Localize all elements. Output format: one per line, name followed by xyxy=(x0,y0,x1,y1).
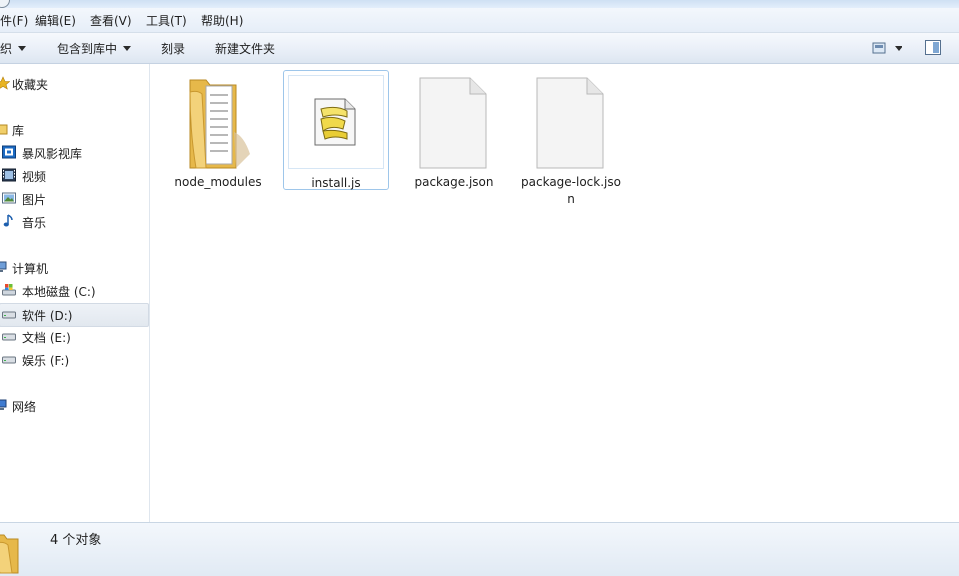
status-bar: 4 个对象 xyxy=(0,522,959,576)
nav-libraries-label: 库 xyxy=(12,124,25,138)
organize-label: 织 xyxy=(0,42,13,56)
system-drive-icon xyxy=(2,284,16,296)
window-icon[interactable] xyxy=(0,0,10,8)
file-icon xyxy=(536,77,604,169)
file-item[interactable]: package-lock.json xyxy=(519,70,623,206)
music-icon xyxy=(3,214,13,227)
menu-view[interactable]: 查看(V) xyxy=(90,12,132,29)
navigation-pane: 收藏夹 库 暴风影视库 视频 图片 音乐 计算机 本地磁盘 (C:) 软件 (D… xyxy=(0,64,150,522)
menu-help[interactable]: 帮助(H) xyxy=(201,12,243,29)
item-count: 4 个对象 xyxy=(50,533,102,548)
file-name: node_modules xyxy=(174,175,262,189)
nav-favorites[interactable]: 收藏夹 xyxy=(0,73,148,95)
nav-library-label: 暴风影视库 xyxy=(22,147,83,161)
change-view-button[interactable] xyxy=(872,41,903,55)
preview-pane-icon xyxy=(925,40,941,55)
nav-drive-label: 文档 (E:) xyxy=(22,331,71,345)
command-bar: 织 包含到库中 刻录 新建文件夹 xyxy=(0,33,959,64)
nav-network-label: 网络 xyxy=(12,400,37,414)
nav-library-label: 音乐 xyxy=(22,216,47,230)
video-icon xyxy=(2,168,16,182)
nav-network[interactable]: 网络 xyxy=(0,395,148,417)
chevron-down-icon xyxy=(123,46,132,51)
nav-library-item[interactable]: 暴风影视库 xyxy=(0,142,148,164)
nav-library-label: 视频 xyxy=(22,170,47,184)
file-list: node_modules install.js package.json pac… xyxy=(150,64,959,522)
nav-library-item[interactable]: 图片 xyxy=(0,188,148,210)
nav-library-label: 图片 xyxy=(22,193,47,207)
nav-drive-item[interactable]: 文档 (E:) xyxy=(0,326,148,348)
nav-drive-item-selected[interactable]: 软件 (D:) xyxy=(0,303,149,327)
script-file-icon xyxy=(314,98,356,146)
nav-drive-label: 娱乐 (F:) xyxy=(22,354,70,368)
star-icon xyxy=(0,76,10,90)
nav-drive-label: 本地磁盘 (C:) xyxy=(22,285,96,299)
folder-icon xyxy=(189,79,250,169)
media-library-icon xyxy=(2,145,16,159)
include-in-library-label: 包含到库中 xyxy=(57,42,118,56)
menu-edit[interactable]: 编辑(E) xyxy=(35,12,76,29)
computer-icon xyxy=(0,261,7,272)
drive-icon xyxy=(2,333,16,341)
menu-tools[interactable]: 工具(T) xyxy=(146,12,187,29)
nav-libraries[interactable]: 库 xyxy=(0,119,148,141)
file-item-folder[interactable]: node_modules xyxy=(166,70,270,189)
organize-button[interactable]: 织 xyxy=(0,40,27,57)
nav-drive-item[interactable]: 本地磁盘 (C:) xyxy=(0,280,148,302)
file-icon xyxy=(419,77,487,169)
file-name: package-lock.json xyxy=(521,175,621,206)
nav-library-item[interactable]: 视频 xyxy=(0,165,148,187)
nav-drive-label: 软件 (D:) xyxy=(22,309,73,323)
library-icon xyxy=(0,124,8,135)
menu-file[interactable]: 件(F) xyxy=(0,12,28,29)
folder-icon xyxy=(0,534,19,574)
new-folder-button[interactable]: 新建文件夹 xyxy=(215,40,275,57)
file-name: package.json xyxy=(414,175,494,189)
file-item-selected[interactable]: install.js xyxy=(283,70,389,190)
pictures-icon xyxy=(2,192,16,204)
drive-icon xyxy=(2,311,16,319)
title-bar xyxy=(0,0,959,8)
file-name: install.js xyxy=(311,176,361,190)
nav-computer-label: 计算机 xyxy=(12,262,49,276)
view-icon xyxy=(872,42,903,54)
preview-pane-button[interactable] xyxy=(925,40,941,55)
nav-favorites-label: 收藏夹 xyxy=(12,78,49,92)
chevron-down-icon xyxy=(18,46,27,51)
menu-bar: 件(F) 编辑(E) 查看(V) 工具(T) 帮助(H) xyxy=(0,8,959,33)
nav-library-item[interactable]: 音乐 xyxy=(0,211,148,233)
include-in-library-button[interactable]: 包含到库中 xyxy=(57,40,132,57)
network-icon xyxy=(0,399,7,410)
drive-icon xyxy=(2,356,16,364)
file-item[interactable]: package.json xyxy=(402,70,506,189)
nav-drive-item[interactable]: 娱乐 (F:) xyxy=(0,349,148,371)
burn-button[interactable]: 刻录 xyxy=(161,40,185,57)
nav-computer[interactable]: 计算机 xyxy=(0,257,148,279)
